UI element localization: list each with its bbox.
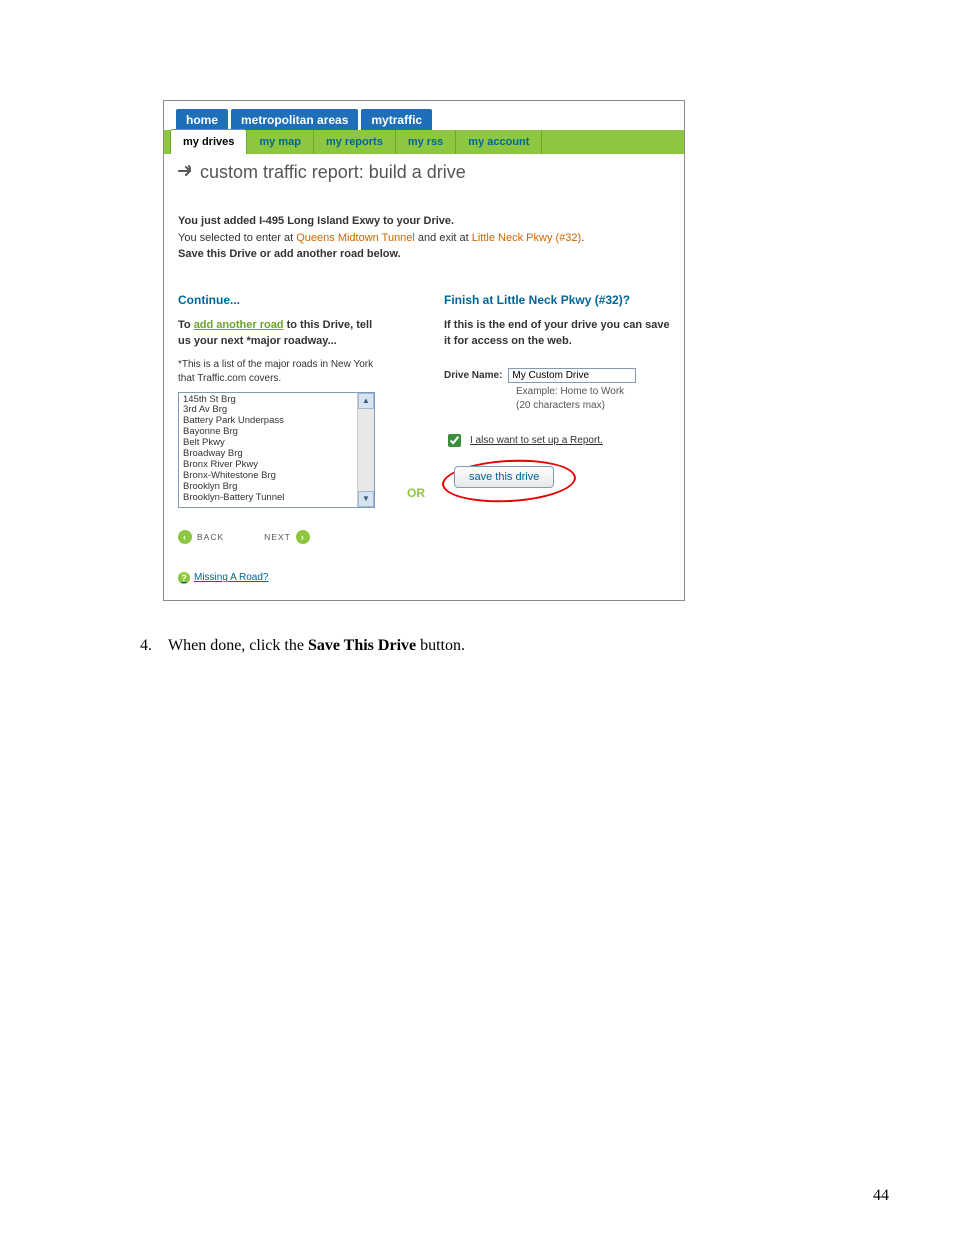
exit-location-link[interactable]: Little Neck Pkwy (#32) — [472, 232, 581, 244]
arrow-right-icon — [178, 162, 194, 183]
missing-road-link[interactable]: ? Missing A Road? — [178, 572, 388, 584]
setup-report-label: I also want to set up a Report. — [470, 435, 603, 446]
tab-my-reports[interactable]: my reports — [314, 130, 396, 154]
continue-column: Continue... To add another road to this … — [178, 293, 388, 584]
page-title-text: custom traffic report: build a drive — [200, 162, 466, 183]
page-title: custom traffic report: build a drive — [178, 162, 670, 183]
arrow-right-icon: › — [296, 530, 310, 544]
scroll-up-icon[interactable]: ▲ — [358, 393, 374, 409]
add-another-road-link[interactable]: add another road — [194, 319, 284, 331]
save-this-drive-button[interactable]: save this drive — [454, 466, 554, 488]
intro-text: You just added I-495 Long Island Exwy to… — [178, 213, 670, 263]
tab-mytraffic[interactable]: mytraffic — [361, 109, 432, 130]
arrow-left-icon: ‹ — [178, 530, 192, 544]
or-divider: OR — [404, 293, 428, 584]
tab-home[interactable]: home — [176, 109, 228, 130]
secondary-tabs: my drives my map my reports my rss my ac… — [164, 130, 684, 154]
next-button[interactable]: NEXT › — [264, 530, 310, 544]
drive-name-label: Drive Name: — [444, 368, 502, 381]
finish-body: If this is the end of your drive you can… — [444, 317, 670, 350]
roads-note: *This is a list of the major roads in Ne… — [178, 358, 388, 386]
tab-my-drives[interactable]: my drives — [170, 129, 247, 154]
finish-column: Finish at Little Neck Pkwy (#32)? If thi… — [444, 293, 670, 584]
instruction-step: 4. When done, click the Save This Drive … — [136, 637, 894, 655]
roads-listbox[interactable]: 145th St Brg 3rd Av Brg Battery Park Und… — [178, 392, 375, 508]
tab-my-rss[interactable]: my rss — [396, 130, 456, 154]
setup-report-checkbox[interactable] — [448, 434, 461, 447]
tab-my-map[interactable]: my map — [247, 130, 314, 154]
continue-subheading: To add another road to this Drive, tell … — [178, 317, 388, 350]
tab-metro-areas[interactable]: metropolitan areas — [231, 109, 358, 130]
step-number: 4. — [136, 637, 152, 655]
tab-my-account[interactable]: my account — [456, 130, 542, 154]
drive-name-input[interactable] — [508, 368, 636, 383]
page-number: 44 — [873, 1187, 889, 1205]
continue-heading: Continue... — [178, 293, 388, 307]
enter-location-link[interactable]: Queens Midtown Tunnel — [296, 232, 415, 244]
finish-heading: Finish at Little Neck Pkwy (#32)? — [444, 293, 670, 307]
back-button[interactable]: ‹ BACK — [178, 530, 224, 544]
drive-name-hint: Example: Home to Work (20 characters max… — [516, 385, 670, 413]
primary-tabs: home metropolitan areas mytraffic — [164, 101, 684, 130]
list-item[interactable]: Brooklyn-Battery Tunnel — [179, 493, 374, 504]
scroll-down-icon[interactable]: ▼ — [358, 491, 374, 507]
scrollbar[interactable]: ▲ ▼ — [357, 393, 374, 507]
help-icon: ? — [178, 572, 190, 584]
app-screenshot: home metropolitan areas mytraffic my dri… — [163, 100, 685, 601]
